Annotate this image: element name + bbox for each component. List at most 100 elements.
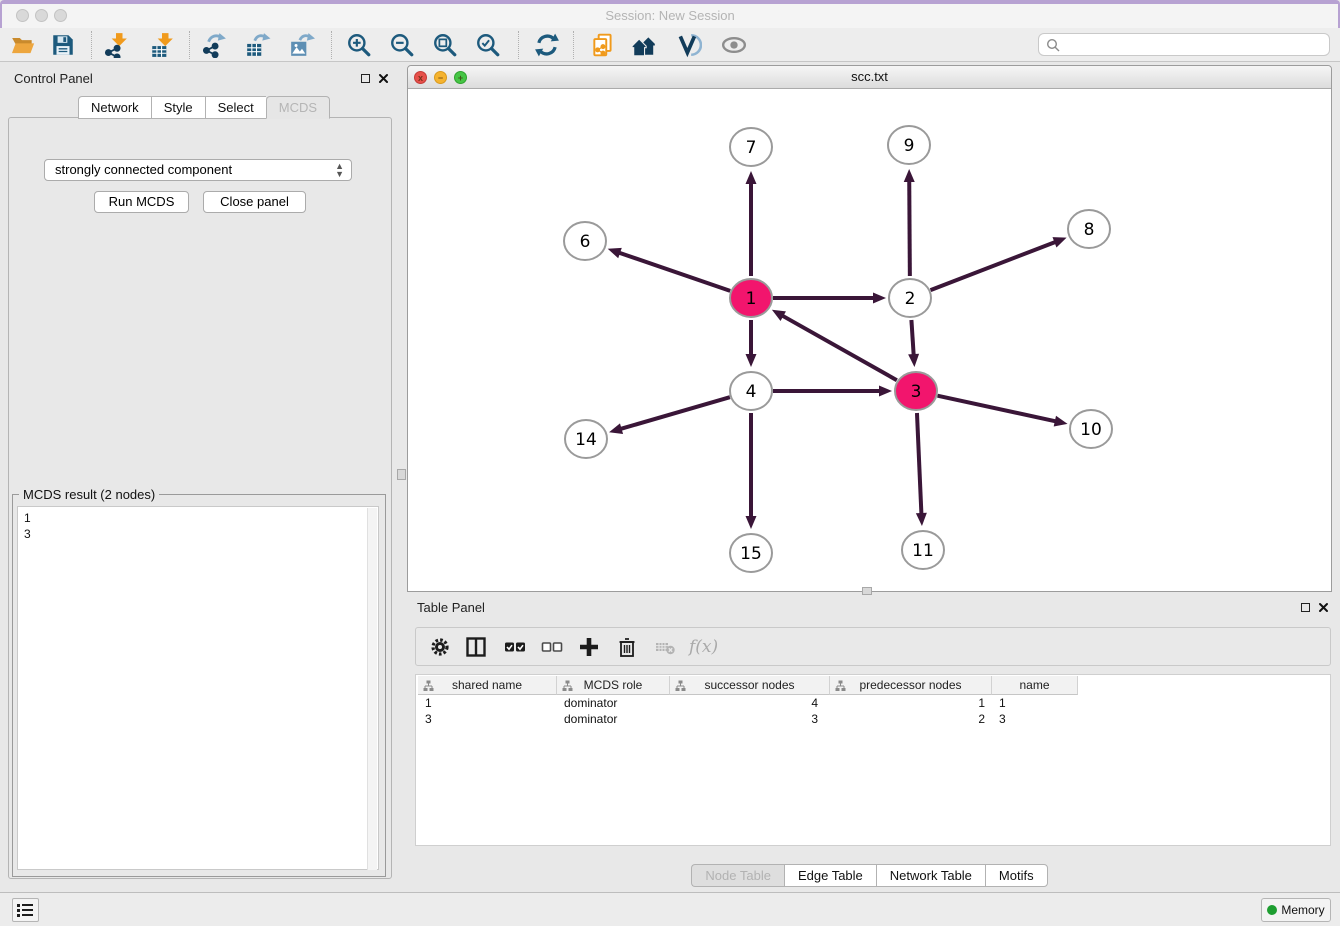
- save-session-icon[interactable]: [50, 32, 76, 58]
- tab-select[interactable]: Select: [205, 96, 266, 119]
- cell-MCDS-role[interactable]: dominator: [557, 711, 670, 727]
- edge-1-6[interactable]: [608, 248, 730, 291]
- function-builder-icon[interactable]: f(x): [689, 637, 713, 661]
- network-close-button[interactable]: x: [414, 71, 427, 84]
- table-panel-close-icon[interactable]: [1318, 602, 1329, 613]
- zoom-selected-icon[interactable]: [475, 32, 501, 58]
- edge-1-2[interactable]: [773, 293, 886, 304]
- mcds-result-text: 1 3: [24, 510, 378, 542]
- zoom-in-icon[interactable]: [346, 32, 372, 58]
- table-row[interactable]: 1dominator411: [418, 695, 1078, 711]
- search-box[interactable]: [1038, 33, 1330, 56]
- memory-button[interactable]: Memory: [1261, 898, 1331, 922]
- node-7[interactable]: 7: [730, 128, 772, 166]
- mcds-result-scrollbar[interactable]: [367, 508, 377, 870]
- node-11[interactable]: 11: [902, 531, 944, 569]
- edge-4-15[interactable]: [746, 413, 757, 529]
- select-all-checkboxes-icon[interactable]: [503, 635, 527, 659]
- edge-2-3[interactable]: [908, 320, 919, 367]
- optimization-criterion-select[interactable]: strongly connected component ▲▼: [44, 159, 352, 181]
- edge-1-7[interactable]: [746, 171, 757, 276]
- cell-predecessor-nodes[interactable]: 2: [830, 711, 992, 727]
- node-8[interactable]: 8: [1068, 210, 1110, 248]
- import-table-icon[interactable]: [149, 32, 175, 58]
- column-header-successor-nodes[interactable]: successor nodes: [670, 676, 830, 695]
- node-6[interactable]: 6: [564, 222, 606, 260]
- control-panel-tabs: NetworkStyleSelectMCDS: [78, 96, 330, 118]
- column-header-MCDS-role[interactable]: MCDS role: [557, 676, 670, 695]
- network-canvas-svg[interactable]: 7 9 6 8 1 2 4 3 14 10 15 11: [408, 89, 1331, 591]
- edge-2-8[interactable]: [931, 237, 1067, 290]
- tab-mcds[interactable]: MCDS: [266, 96, 330, 119]
- horizontal-splitter-handle[interactable]: [862, 587, 872, 595]
- cell-successor-nodes[interactable]: 4: [670, 695, 830, 711]
- node-15[interactable]: 15: [730, 534, 772, 572]
- network-window-titlebar[interactable]: scc.txt x − +: [408, 66, 1331, 89]
- export-table-icon[interactable]: [245, 32, 271, 58]
- run-mcds-button[interactable]: Run MCDS: [94, 191, 189, 213]
- show-graphics-details-icon[interactable]: [676, 32, 702, 58]
- edge-2-9[interactable]: [904, 169, 915, 276]
- toolbar-separator: [91, 31, 92, 59]
- edge-4-3[interactable]: [773, 386, 892, 397]
- table-rows: 1dominator4113dominator323: [418, 695, 1078, 727]
- vertical-splitter-handle[interactable]: [397, 469, 406, 480]
- table-row[interactable]: 3dominator323: [418, 711, 1078, 727]
- import-network-icon[interactable]: [103, 32, 129, 58]
- node-1[interactable]: 1: [730, 279, 772, 317]
- zoom-out-icon[interactable]: [389, 32, 415, 58]
- column-header-predecessor-nodes[interactable]: predecessor nodes: [830, 676, 992, 695]
- preview-eye-icon[interactable]: [721, 32, 747, 58]
- control-panel-close-icon[interactable]: [378, 73, 389, 84]
- cell-shared-name[interactable]: 1: [418, 695, 557, 711]
- cell-successor-nodes[interactable]: 3: [670, 711, 830, 727]
- delete-column-icon[interactable]: [615, 635, 639, 659]
- duplicate-network-icon[interactable]: [590, 32, 616, 58]
- network-minimize-button[interactable]: −: [434, 71, 447, 84]
- add-column-icon[interactable]: [577, 635, 601, 659]
- node-2[interactable]: 2: [889, 279, 931, 317]
- cell-name[interactable]: 1: [992, 695, 1078, 711]
- edge-3-10[interactable]: [937, 396, 1067, 427]
- deselect-all-checkboxes-icon[interactable]: [540, 635, 564, 659]
- tab-style[interactable]: Style: [151, 96, 205, 119]
- open-session-icon[interactable]: [10, 32, 36, 58]
- edge-3-11[interactable]: [916, 413, 927, 526]
- node-table[interactable]: shared nameMCDS rolesuccessor nodesprede…: [415, 674, 1331, 846]
- node-10[interactable]: 10: [1070, 410, 1112, 448]
- node-14[interactable]: 14: [565, 420, 607, 458]
- tab-motifs[interactable]: Motifs: [985, 864, 1048, 887]
- network-zoom-button[interactable]: +: [454, 71, 467, 84]
- table-panel-float-icon[interactable]: [1301, 603, 1310, 612]
- edge-4-14[interactable]: [609, 397, 730, 434]
- search-input[interactable]: [1063, 35, 1327, 56]
- select-stepper-icon: ▲▼: [335, 162, 344, 178]
- cell-shared-name[interactable]: 3: [418, 711, 557, 727]
- export-network-icon[interactable]: [201, 32, 227, 58]
- home-view-icon[interactable]: [631, 32, 657, 58]
- column-header-name[interactable]: name: [992, 676, 1078, 695]
- tab-network[interactable]: Network: [78, 96, 151, 119]
- cell-name[interactable]: 3: [992, 711, 1078, 727]
- table-settings-icon[interactable]: [428, 635, 452, 659]
- tab-network-table[interactable]: Network Table: [876, 864, 985, 887]
- refresh-layout-icon[interactable]: [534, 32, 560, 58]
- control-panel-float-icon[interactable]: [361, 74, 370, 83]
- export-image-icon[interactable]: [289, 32, 315, 58]
- column-layout-icon[interactable]: [464, 635, 488, 659]
- node-3[interactable]: 3: [895, 372, 937, 410]
- mcds-result-textarea[interactable]: 1 3: [17, 506, 379, 870]
- column-header-shared-name[interactable]: shared name: [418, 676, 557, 695]
- zoom-fit-icon[interactable]: [432, 32, 458, 58]
- close-panel-button[interactable]: Close panel: [203, 191, 306, 213]
- edge-1-4[interactable]: [746, 320, 757, 367]
- node-4[interactable]: 4: [730, 372, 772, 410]
- tab-node-table[interactable]: Node Table: [691, 864, 784, 887]
- cell-predecessor-nodes[interactable]: 1: [830, 695, 992, 711]
- tab-edge-table[interactable]: Edge Table: [784, 864, 876, 887]
- edge-3-1[interactable]: [772, 310, 897, 380]
- cell-MCDS-role[interactable]: dominator: [557, 695, 670, 711]
- delete-table-icon[interactable]: [654, 635, 678, 659]
- node-9[interactable]: 9: [888, 126, 930, 164]
- task-history-button[interactable]: [12, 898, 39, 922]
